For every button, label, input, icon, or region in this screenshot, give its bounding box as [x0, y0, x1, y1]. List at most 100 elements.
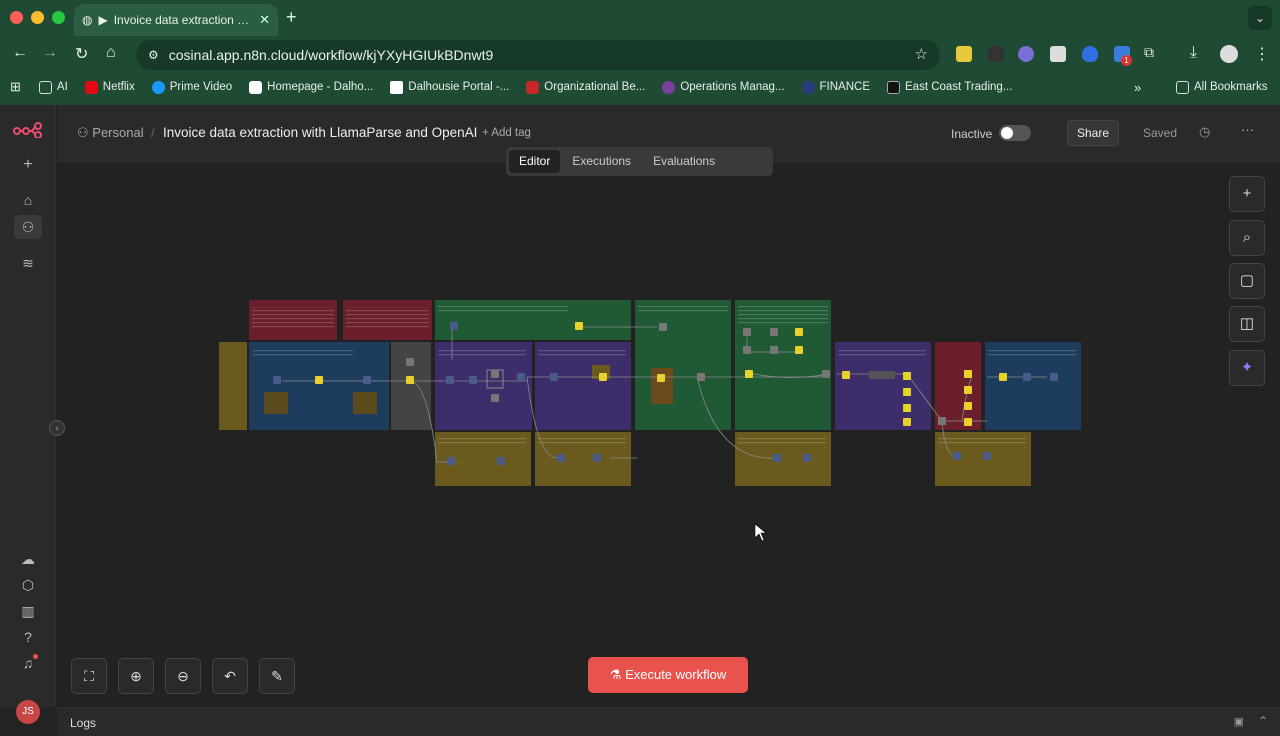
ai-assistant-icon[interactable]: ✦ — [1229, 350, 1265, 386]
node[interactable] — [491, 370, 499, 378]
tab-editor[interactable]: Editor — [509, 150, 561, 173]
node[interactable] — [1050, 373, 1058, 381]
sticky-note[interactable] — [635, 300, 731, 430]
extension-icon[interactable] — [1050, 46, 1066, 62]
node[interactable] — [773, 454, 781, 462]
node[interactable] — [406, 358, 414, 366]
search-icon[interactable]: ⌕ — [1229, 220, 1265, 256]
node[interactable] — [795, 346, 803, 354]
node[interactable] — [903, 372, 911, 380]
chevron-up-icon[interactable]: ⌃ — [1258, 714, 1268, 728]
tidy-up-icon[interactable]: ✎ — [259, 658, 295, 694]
node[interactable] — [964, 418, 972, 426]
node[interactable] — [575, 322, 583, 330]
active-toggle[interactable] — [999, 125, 1031, 141]
sticky-note[interactable] — [391, 342, 431, 430]
close-tab-icon[interactable]: ✕ — [259, 12, 270, 28]
node[interactable] — [822, 370, 830, 378]
profile-avatar[interactable] — [1220, 45, 1238, 63]
node[interactable] — [964, 370, 972, 378]
node[interactable] — [999, 373, 1007, 381]
node[interactable] — [446, 376, 454, 384]
bookmark-item[interactable]: FINANCE — [801, 80, 870, 94]
layers-icon[interactable]: ≋ — [14, 251, 42, 275]
node[interactable] — [964, 402, 972, 410]
execute-workflow-button[interactable]: ⚗ Execute workflow — [588, 657, 748, 693]
node[interactable] — [657, 374, 665, 382]
tab-evaluations[interactable]: Evaluations — [643, 150, 725, 173]
bookmark-item[interactable]: Operations Manag... — [662, 80, 785, 94]
forward-icon[interactable]: → — [42, 44, 58, 62]
bookmark-item[interactable]: Organizational Be... — [526, 80, 645, 94]
history-icon[interactable]: ◷ — [1199, 124, 1210, 140]
node[interactable] — [406, 376, 414, 384]
address-bar[interactable]: ⚙ cosinal.app.n8n.cloud/workflow/kjYXyHG… — [136, 40, 940, 70]
new-tab-button[interactable]: + — [286, 7, 297, 28]
help-icon[interactable]: ? — [14, 625, 42, 649]
more-icon[interactable]: ··· — [1241, 122, 1254, 137]
node[interactable] — [743, 346, 751, 354]
llm-node[interactable] — [869, 371, 895, 379]
avatar[interactable]: JS — [16, 700, 40, 724]
zoom-in-icon[interactable]: ⊕ — [118, 658, 154, 694]
all-bookmarks[interactable]: All Bookmarks — [1176, 80, 1268, 94]
trigger-node[interactable] — [273, 376, 281, 384]
node[interactable] — [903, 404, 911, 412]
node[interactable] — [659, 323, 667, 331]
bookmark-item[interactable]: Dalhousie Portal -... — [390, 80, 509, 94]
bookmark-item[interactable]: Prime Video — [151, 80, 232, 94]
node[interactable] — [983, 452, 991, 460]
undo-icon[interactable]: ↶ — [212, 658, 248, 694]
node[interactable] — [550, 373, 558, 381]
site-info-icon[interactable]: ⚙ — [148, 48, 159, 62]
bookmark-star-icon[interactable]: ☆ — [915, 45, 928, 63]
node[interactable] — [557, 454, 565, 462]
more-bookmarks-icon[interactable]: » — [1134, 80, 1141, 95]
sticky-note-icon[interactable]: ▢ — [1229, 263, 1265, 299]
cloud-icon[interactable]: ☁ — [14, 547, 42, 571]
apps-grid-icon[interactable]: ⊞ — [10, 79, 21, 95]
node[interactable] — [903, 418, 911, 426]
extension-icon[interactable] — [1018, 46, 1034, 62]
browser-tab[interactable]: ◍ ▶ Invoice data extraction with LlamaPa… — [74, 4, 278, 36]
extension-icon[interactable] — [988, 46, 1004, 62]
tab-executions[interactable]: Executions — [562, 150, 641, 173]
logs-panel[interactable]: Logs ▣ ⌃ — [57, 707, 1280, 736]
tab-search-button[interactable]: ⌄ — [1248, 6, 1272, 30]
bookmark-item[interactable]: Netflix — [84, 80, 135, 94]
node[interactable] — [497, 457, 505, 465]
personal-icon[interactable]: ⚇ — [14, 215, 42, 239]
puzzle-icon[interactable]: ⧉ — [1144, 44, 1154, 61]
insights-icon[interactable]: ▥ — [14, 599, 42, 623]
node[interactable] — [803, 454, 811, 462]
expand-sidebar-icon[interactable]: › — [49, 420, 65, 436]
node[interactable] — [964, 386, 972, 394]
node[interactable] — [315, 376, 323, 384]
workflow-canvas[interactable]: › + ⌕ ▢ ◫ ✦ ⛶ ⊕ ⊖ ↶ ✎ ⚗ Execute workflow — [49, 162, 1280, 707]
node[interactable] — [745, 370, 753, 378]
sticky-note[interactable] — [219, 342, 247, 430]
back-icon[interactable]: ← — [12, 44, 28, 62]
home-icon[interactable]: ⌂ — [106, 44, 116, 62]
add-tag-button[interactable]: + Add tag — [482, 127, 531, 139]
node[interactable] — [842, 371, 850, 379]
zoom-out-icon[interactable]: ⊖ — [165, 658, 201, 694]
node[interactable] — [770, 346, 778, 354]
bookmark-item[interactable]: Homepage - Dalho... — [249, 80, 373, 94]
download-icon[interactable]: ⤓ — [1190, 44, 1197, 62]
node[interactable] — [517, 373, 525, 381]
node[interactable] — [363, 376, 371, 384]
node[interactable] — [491, 394, 499, 402]
node[interactable] — [953, 452, 961, 460]
n8n-logo[interactable] — [13, 122, 43, 143]
node[interactable] — [599, 373, 607, 381]
close-window-button[interactable] — [10, 11, 23, 24]
node[interactable] — [938, 417, 946, 425]
templates-icon[interactable]: ⬡ — [14, 573, 42, 597]
home-icon[interactable]: ⌂ — [14, 188, 42, 212]
bookmark-item[interactable]: East Coast Trading... — [887, 80, 1012, 94]
node[interactable] — [593, 454, 601, 462]
minimize-window-button[interactable] — [31, 11, 44, 24]
node[interactable] — [1023, 373, 1031, 381]
node[interactable] — [770, 328, 778, 336]
